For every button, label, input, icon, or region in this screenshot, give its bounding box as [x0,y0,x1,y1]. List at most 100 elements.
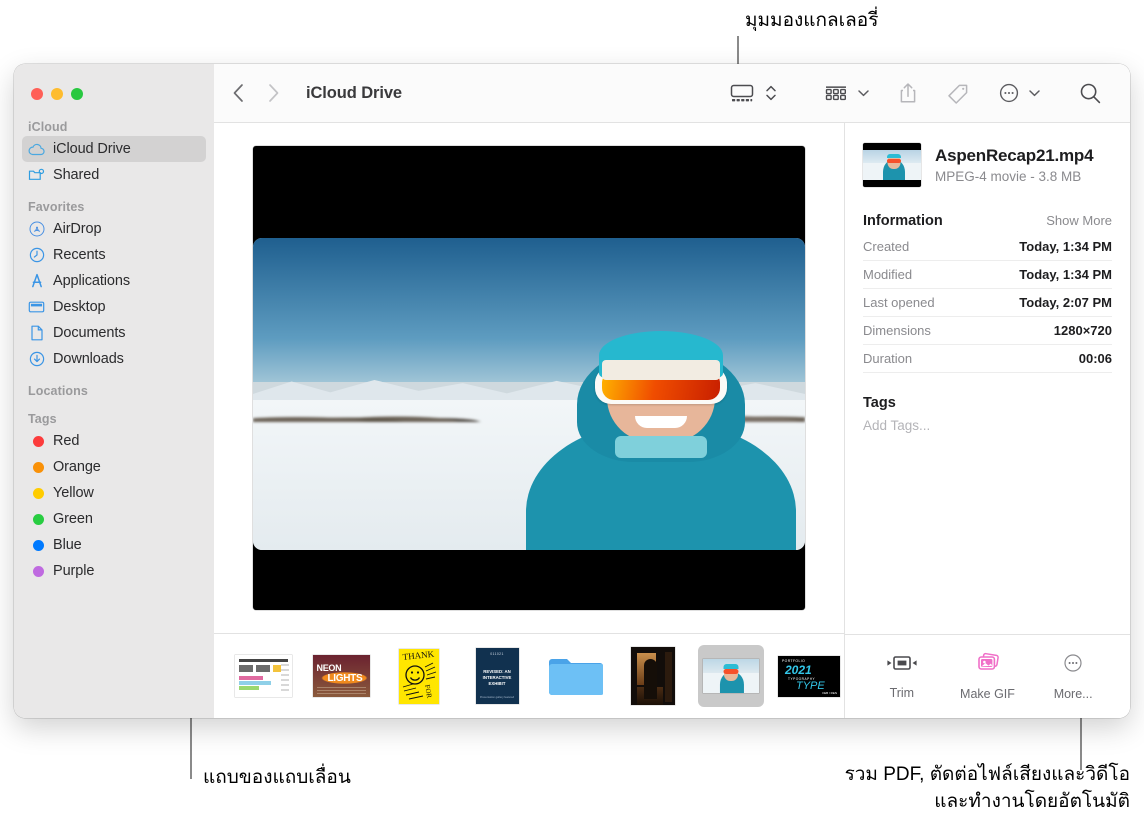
applications-icon [28,273,45,290]
gallery-preview-area [214,123,844,633]
action-chevron-down-icon[interactable] [1024,76,1045,110]
info-key: Modified [863,267,913,282]
desktop-icon [28,299,45,316]
gallery-column: NEON LIGHTS THANK FOR 011021 REVISED: AN… [214,123,844,718]
information-title: Information [863,213,943,229]
add-tags-field[interactable]: Add Tags... [863,418,1112,433]
sidebar-tag-purple[interactable]: Purple [22,558,206,584]
group-chevron-down-icon[interactable] [853,76,874,110]
sidebar-item-airdrop[interactable]: AirDrop [22,216,206,242]
sidebar-item-label: Red [53,433,80,449]
file-identity: AspenRecap21.mp4 MPEG-4 movie - 3.8 MB [935,146,1094,184]
shared-folder-icon [28,167,45,184]
callout-gallery-view-label: มุมมองแกลเลอรี่ [745,10,879,31]
sidebar-group-title-favorites: Favorites [28,200,85,214]
information-section-header: Information Show More [863,213,1112,229]
svg-text:FOR: FOR [423,683,433,698]
list-item[interactable] [620,645,686,707]
filmstrip-scroller[interactable]: NEON LIGHTS THANK FOR 011021 REVISED: AN… [214,633,844,718]
tags-title: Tags [863,395,896,411]
sidebar-item-desktop[interactable]: Desktop [22,294,206,320]
forward-button[interactable] [267,83,280,103]
info-value: 1280×720 [1053,323,1112,338]
tag-dot-icon [28,511,45,528]
back-button[interactable] [232,83,245,103]
quick-action-label: Trim [889,686,915,700]
sidebar-group-title-locations: Locations [28,384,88,398]
quick-action-label: More... [1053,687,1093,701]
callout-scrollbar-label: แถบของแถบเลื่อน [203,767,351,788]
skier-neck-gaiter [615,435,707,458]
minimize-button[interactable] [51,88,63,100]
table-row: Dimensions 1280×720 [863,317,1112,345]
info-value: 00:06 [1078,351,1112,366]
table-row: Created Today, 1:34 PM [863,233,1112,261]
sidebar-item-icloud-drive[interactable]: iCloud Drive [22,136,206,162]
sidebar-item-label: Recents [53,247,106,263]
video-preview[interactable] [253,146,805,610]
list-item[interactable]: PORTFOLIO 2021 TYPOGRAPHY TYPE FEB / REN [776,645,842,707]
content-split: NEON LIGHTS THANK FOR 011021 REVISED: AN… [214,123,1130,718]
dark-doorway-photo-thumbnail [631,647,675,705]
quick-action-label: Make GIF [960,687,1015,701]
sidebar-item-label: Documents [53,325,126,341]
thumb-text: FEB / REN [822,690,837,695]
list-item[interactable]: NEON LIGHTS [308,645,374,707]
toolbar-right-group [725,64,1130,122]
video-frame-image [253,238,805,550]
info-panel: AspenRecap21.mp4 MPEG-4 movie - 3.8 MB I… [844,123,1130,718]
zoom-button[interactable] [71,88,83,100]
skier-smile [635,416,687,429]
group-items-button[interactable] [819,76,853,110]
list-item[interactable]: 011021 REVISED: AN INTERACTIVE EXHIBIT P… [464,645,530,707]
quick-actions-bar: Trim Make GIF More... [845,634,1130,718]
blue-folder-thumbnail [547,654,604,699]
info-panel-scroll: AspenRecap21.mp4 MPEG-4 movie - 3.8 MB I… [845,123,1130,634]
callout-quick-actions-label-line2: และทำงานโดยอัตโนมัติ [934,791,1130,812]
sidebar-item-label: Green [53,511,93,527]
view-stepper-button[interactable] [761,76,781,110]
more-quick-actions-button[interactable]: More... [1034,652,1112,701]
make-gif-button[interactable]: Make GIF [948,652,1026,701]
sidebar-item-label: Shared [53,167,100,183]
sidebar-tag-red[interactable]: Red [22,428,206,454]
aspen-recap-video-thumbnail [703,659,759,693]
tag-dot-icon [28,433,45,450]
list-item[interactable] [698,645,764,707]
window-controls [14,64,214,100]
sidebar-item-label: Downloads [53,351,124,367]
gallery-view-button[interactable] [725,76,759,110]
tag-dot-icon [28,537,45,554]
share-button[interactable] [894,76,922,110]
sidebar-scroll: iCloud iCloud Drive Shared Favorites Air… [14,100,214,584]
info-value: Today, 1:34 PM [1019,267,1112,282]
list-item[interactable]: THANK FOR [386,645,452,707]
list-item[interactable] [542,645,608,707]
thumb-text: NEON [316,663,342,673]
sidebar-section-locations: Locations [14,384,214,400]
sidebar-tag-blue[interactable]: Blue [22,532,206,558]
chart-document-thumbnail [234,655,292,697]
sidebar-item-shared[interactable]: Shared [22,162,206,188]
edit-tags-button[interactable] [942,76,974,110]
sidebar-tag-orange[interactable]: Orange [22,454,206,480]
info-key: Created [863,239,910,254]
clock-icon [28,247,45,264]
sidebar-item-recents[interactable]: Recents [22,242,206,268]
file-header: AspenRecap21.mp4 MPEG-4 movie - 3.8 MB [863,143,1112,187]
thumb-text: Presentation gallery featured [479,696,515,699]
trim-button[interactable]: Trim [863,653,941,700]
sidebar-item-downloads[interactable]: Downloads [22,346,206,372]
thumb-text: 2021 [785,662,812,677]
search-button[interactable] [1075,76,1106,110]
icloud-icon [28,141,45,158]
info-key: Duration [863,351,913,366]
close-button[interactable] [31,88,43,100]
sidebar-tag-green[interactable]: Green [22,506,206,532]
show-more-button[interactable]: Show More [1046,213,1112,228]
list-item[interactable] [230,645,296,707]
sidebar-tag-yellow[interactable]: Yellow [22,480,206,506]
sidebar-item-documents[interactable]: Documents [22,320,206,346]
more-actions-button[interactable] [994,76,1024,110]
sidebar-item-applications[interactable]: Applications [22,268,206,294]
